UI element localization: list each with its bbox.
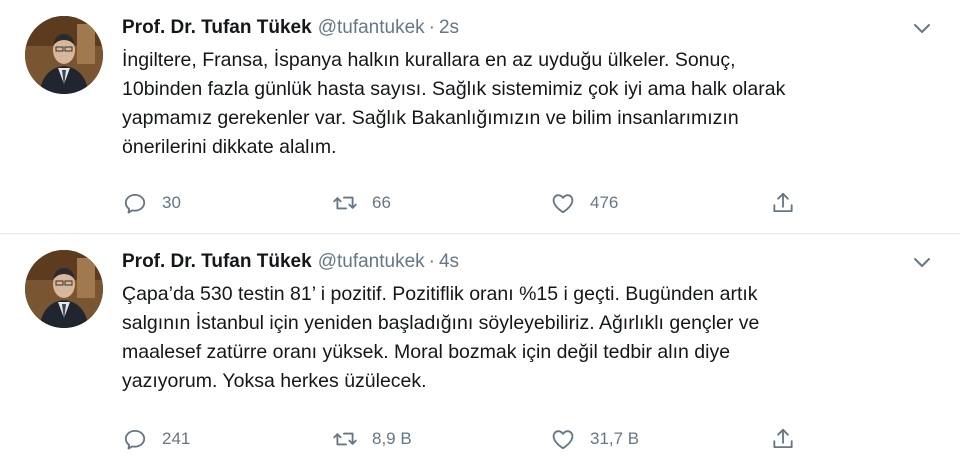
- tweet-text-line: Çapa’da 530 testin 81’ i pozitif. Poziti…: [122, 283, 758, 305]
- author-name[interactable]: Prof. Dr. Tufan Tükek: [122, 251, 312, 273]
- heart-icon: [552, 194, 574, 214]
- timestamp[interactable]: 2s: [439, 17, 459, 39]
- retweet-count: 66: [372, 193, 391, 212]
- author-handle[interactable]: @tufantukek: [318, 17, 425, 39]
- tweet[interactable]: Prof. Dr. Tufan Tükek @tufantukek · 2s İ…: [0, 0, 960, 234]
- avatar[interactable]: [25, 16, 103, 94]
- like-count: 31,7 B: [590, 429, 640, 448]
- tweet-text-line: 10binden fazla günlük hasta sayısı. Sağl…: [122, 78, 786, 100]
- tweet-actions: 30 66 476: [122, 186, 802, 220]
- retweet-button[interactable]: 66: [332, 186, 391, 220]
- tweet-text-line: salgının İstanbul için yeniden başladığı…: [122, 312, 760, 334]
- reply-button[interactable]: 241: [122, 422, 190, 456]
- like-button[interactable]: 31,7 B: [550, 422, 639, 456]
- avatar[interactable]: [25, 250, 103, 328]
- avatar-image: [25, 16, 103, 94]
- like-count: 476: [590, 193, 619, 212]
- timestamp[interactable]: 4s: [439, 251, 459, 273]
- tweet-header: Prof. Dr. Tufan Tükek @tufantukek · 4s: [122, 248, 459, 276]
- tweet-actions: 241 8,9 B 31,7 B: [122, 422, 802, 456]
- tweet-text: İngiltere, Fransa, İspanya halkın kurall…: [122, 46, 922, 162]
- avatar-image: [25, 250, 103, 328]
- like-button[interactable]: 476: [550, 186, 618, 220]
- retweet-icon: [333, 196, 357, 210]
- retweet-button[interactable]: 8,9 B: [332, 422, 412, 456]
- tweet-text: Çapa’da 530 testin 81’ i pozitif. Poziti…: [122, 280, 922, 396]
- share-icon: [773, 428, 793, 449]
- tweet-feed: Prof. Dr. Tufan Tükek @tufantukek · 2s İ…: [0, 0, 960, 463]
- author-name[interactable]: Prof. Dr. Tufan Tükek: [122, 17, 312, 39]
- chevron-down-icon[interactable]: [912, 256, 932, 270]
- reply-count: 241: [162, 429, 191, 448]
- reply-icon: [124, 429, 146, 450]
- tweet-text-line: yazıyorum. Yoksa herkes üzülecek.: [122, 370, 427, 392]
- tweet[interactable]: Prof. Dr. Tufan Tükek @tufantukek · 4s Ç…: [0, 234, 960, 463]
- author-handle[interactable]: @tufantukek: [318, 251, 425, 273]
- heart-icon: [552, 430, 574, 450]
- share-icon: [773, 192, 793, 213]
- reply-icon: [124, 193, 146, 214]
- tweet-text-line: İngiltere, Fransa, İspanya halkın kurall…: [122, 49, 736, 71]
- chevron-down-icon[interactable]: [912, 22, 932, 36]
- tweet-header: Prof. Dr. Tufan Tükek @tufantukek · 2s: [122, 14, 459, 42]
- separator: ·: [428, 251, 435, 272]
- retweet-icon: [333, 432, 357, 446]
- reply-count: 30: [162, 193, 181, 212]
- share-button[interactable]: [770, 186, 796, 220]
- tweet-text-line: yapmamız gerekenler var. Sağlık Bakanlığ…: [122, 107, 739, 129]
- tweet-text-line: önerilerini dikkate alalım.: [122, 136, 337, 158]
- retweet-count: 8,9 B: [372, 429, 412, 448]
- share-button[interactable]: [770, 422, 796, 456]
- tweet-text-line: maalesef zatürre oranı yüksek. Moral boz…: [122, 341, 731, 363]
- reply-button[interactable]: 30: [122, 186, 181, 220]
- separator: ·: [428, 17, 435, 38]
